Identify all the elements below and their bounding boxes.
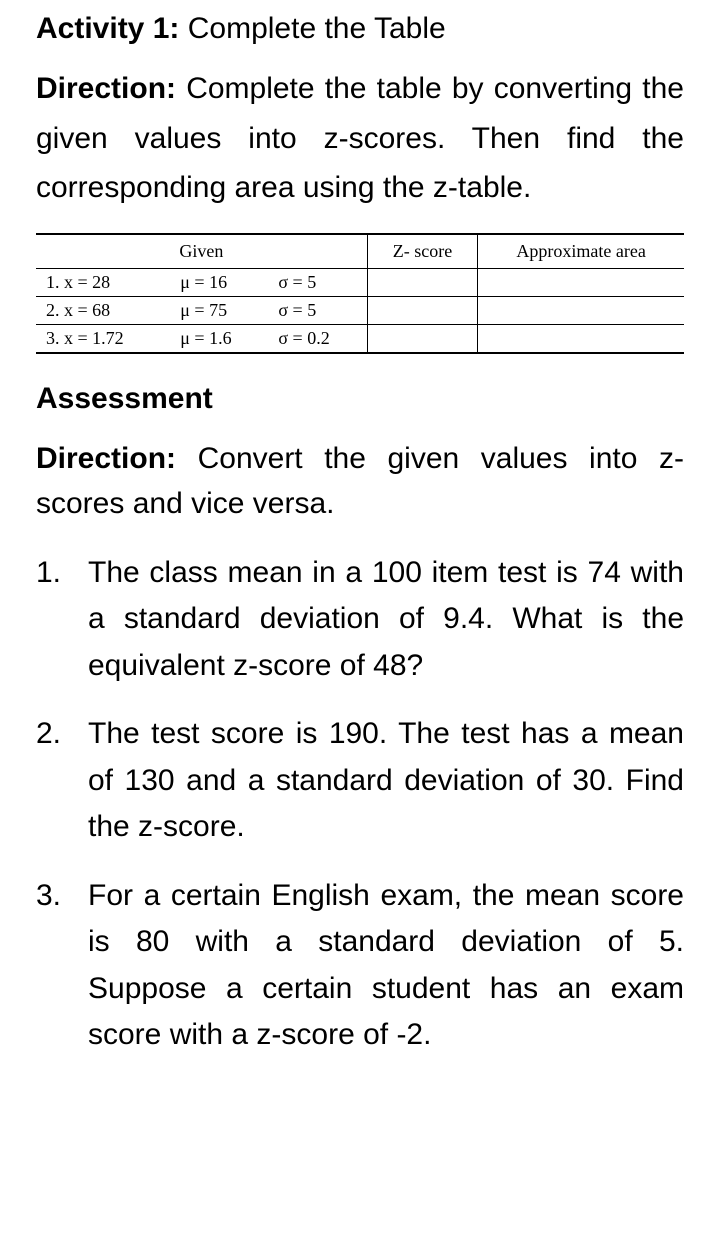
cell-sigma: σ = 0.2 — [268, 324, 367, 353]
cell-zscore — [367, 296, 478, 324]
direction-label-1: Direction: — [36, 72, 176, 105]
cell-x: 1. x = 28 — [36, 268, 170, 296]
cell-zscore — [367, 324, 478, 353]
question-text: The class mean in a 100 item test is 74 … — [88, 550, 684, 690]
table-row: 1. x = 28 μ = 16 σ = 5 — [36, 268, 684, 296]
direction-block-2: Direction: Convert the given values into… — [36, 436, 684, 526]
cell-area — [478, 268, 684, 296]
direction-block-1: Direction: Complete the table by convert… — [36, 64, 684, 213]
list-item: 1. The class mean in a 100 item test is … — [36, 550, 684, 690]
table-header-row: Given Z- score Approximate area — [36, 234, 684, 269]
cell-zscore — [367, 268, 478, 296]
direction-label-2: Direction: — [36, 442, 176, 475]
table-row: 2. x = 68 μ = 75 σ = 5 — [36, 296, 684, 324]
header-zscore: Z- score — [367, 234, 478, 269]
cell-sigma: σ = 5 — [268, 296, 367, 324]
header-area: Approximate area — [478, 234, 684, 269]
question-number: 3. — [36, 873, 88, 1059]
cell-sigma: σ = 5 — [268, 268, 367, 296]
cell-mu: μ = 75 — [170, 296, 268, 324]
header-given: Given — [36, 234, 367, 269]
table-row: 3. x = 1.72 μ = 1.6 σ = 0.2 — [36, 324, 684, 353]
question-text: The test score is 190. The test has a me… — [88, 711, 684, 851]
cell-mu: μ = 16 — [170, 268, 268, 296]
cell-area — [478, 296, 684, 324]
activity-label: Activity 1: — [36, 12, 179, 45]
question-number: 1. — [36, 550, 88, 690]
activity-title: Complete the Table — [188, 12, 446, 45]
list-item: 2. The test score is 190. The test has a… — [36, 711, 684, 851]
assessment-heading: Assessment — [36, 382, 684, 416]
question-number: 2. — [36, 711, 88, 851]
question-text: For a certain English exam, the mean sco… — [88, 873, 684, 1059]
cell-mu: μ = 1.6 — [170, 324, 268, 353]
cell-x: 3. x = 1.72 — [36, 324, 170, 353]
activity-title-line: Activity 1: Complete the Table — [36, 12, 684, 46]
list-item: 3. For a certain English exam, the mean … — [36, 873, 684, 1059]
zscore-table: Given Z- score Approximate area 1. x = 2… — [36, 233, 684, 354]
cell-x: 2. x = 68 — [36, 296, 170, 324]
question-list: 1. The class mean in a 100 item test is … — [36, 550, 684, 1059]
cell-area — [478, 324, 684, 353]
